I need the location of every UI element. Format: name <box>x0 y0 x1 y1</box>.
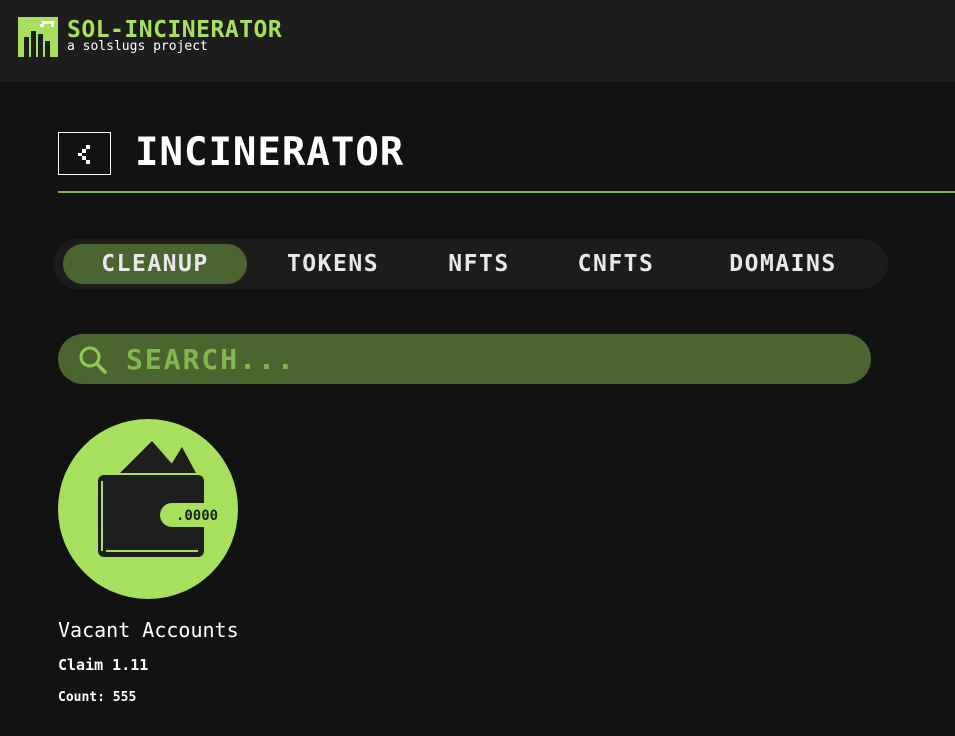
tab-cnfts[interactable]: CNFTS <box>559 244 673 284</box>
tab-cleanup[interactable]: CLEANUP <box>63 244 247 284</box>
incinerator-logo-icon[interactable] <box>18 17 58 57</box>
card-title: Vacant Accounts <box>58 618 239 642</box>
tab-tokens[interactable]: TOKENS <box>265 244 401 284</box>
back-button[interactable] <box>58 132 111 175</box>
brand-subtitle: a solslugs project <box>67 39 208 54</box>
tab-domains[interactable]: DOMAINS <box>708 244 858 284</box>
chevron-left-icon <box>77 144 90 164</box>
search-icon[interactable] <box>78 345 108 375</box>
wallet-label: .0000 <box>176 508 218 524</box>
top-bar: SOL-INCINERATOR a solslugs project <box>0 0 955 82</box>
search-bar <box>58 334 871 384</box>
card-icon-circle: .0000 <box>58 419 238 599</box>
card-count: Count: 555 <box>58 690 137 705</box>
card-claim: Claim 1.11 <box>58 656 149 674</box>
search-input[interactable] <box>126 334 856 384</box>
tab-nfts[interactable]: NFTS <box>431 244 527 284</box>
wallet-icon: .0000 <box>98 441 232 557</box>
category-tabs: CLEANUP TOKENS NFTS CNFTS DOMAINS <box>53 239 888 289</box>
title-divider <box>58 191 955 193</box>
page-title: INCINERATOR <box>135 130 405 175</box>
vacant-accounts-card[interactable]: .0000 Vacant Accounts Claim 1.11 Count: … <box>58 419 248 719</box>
